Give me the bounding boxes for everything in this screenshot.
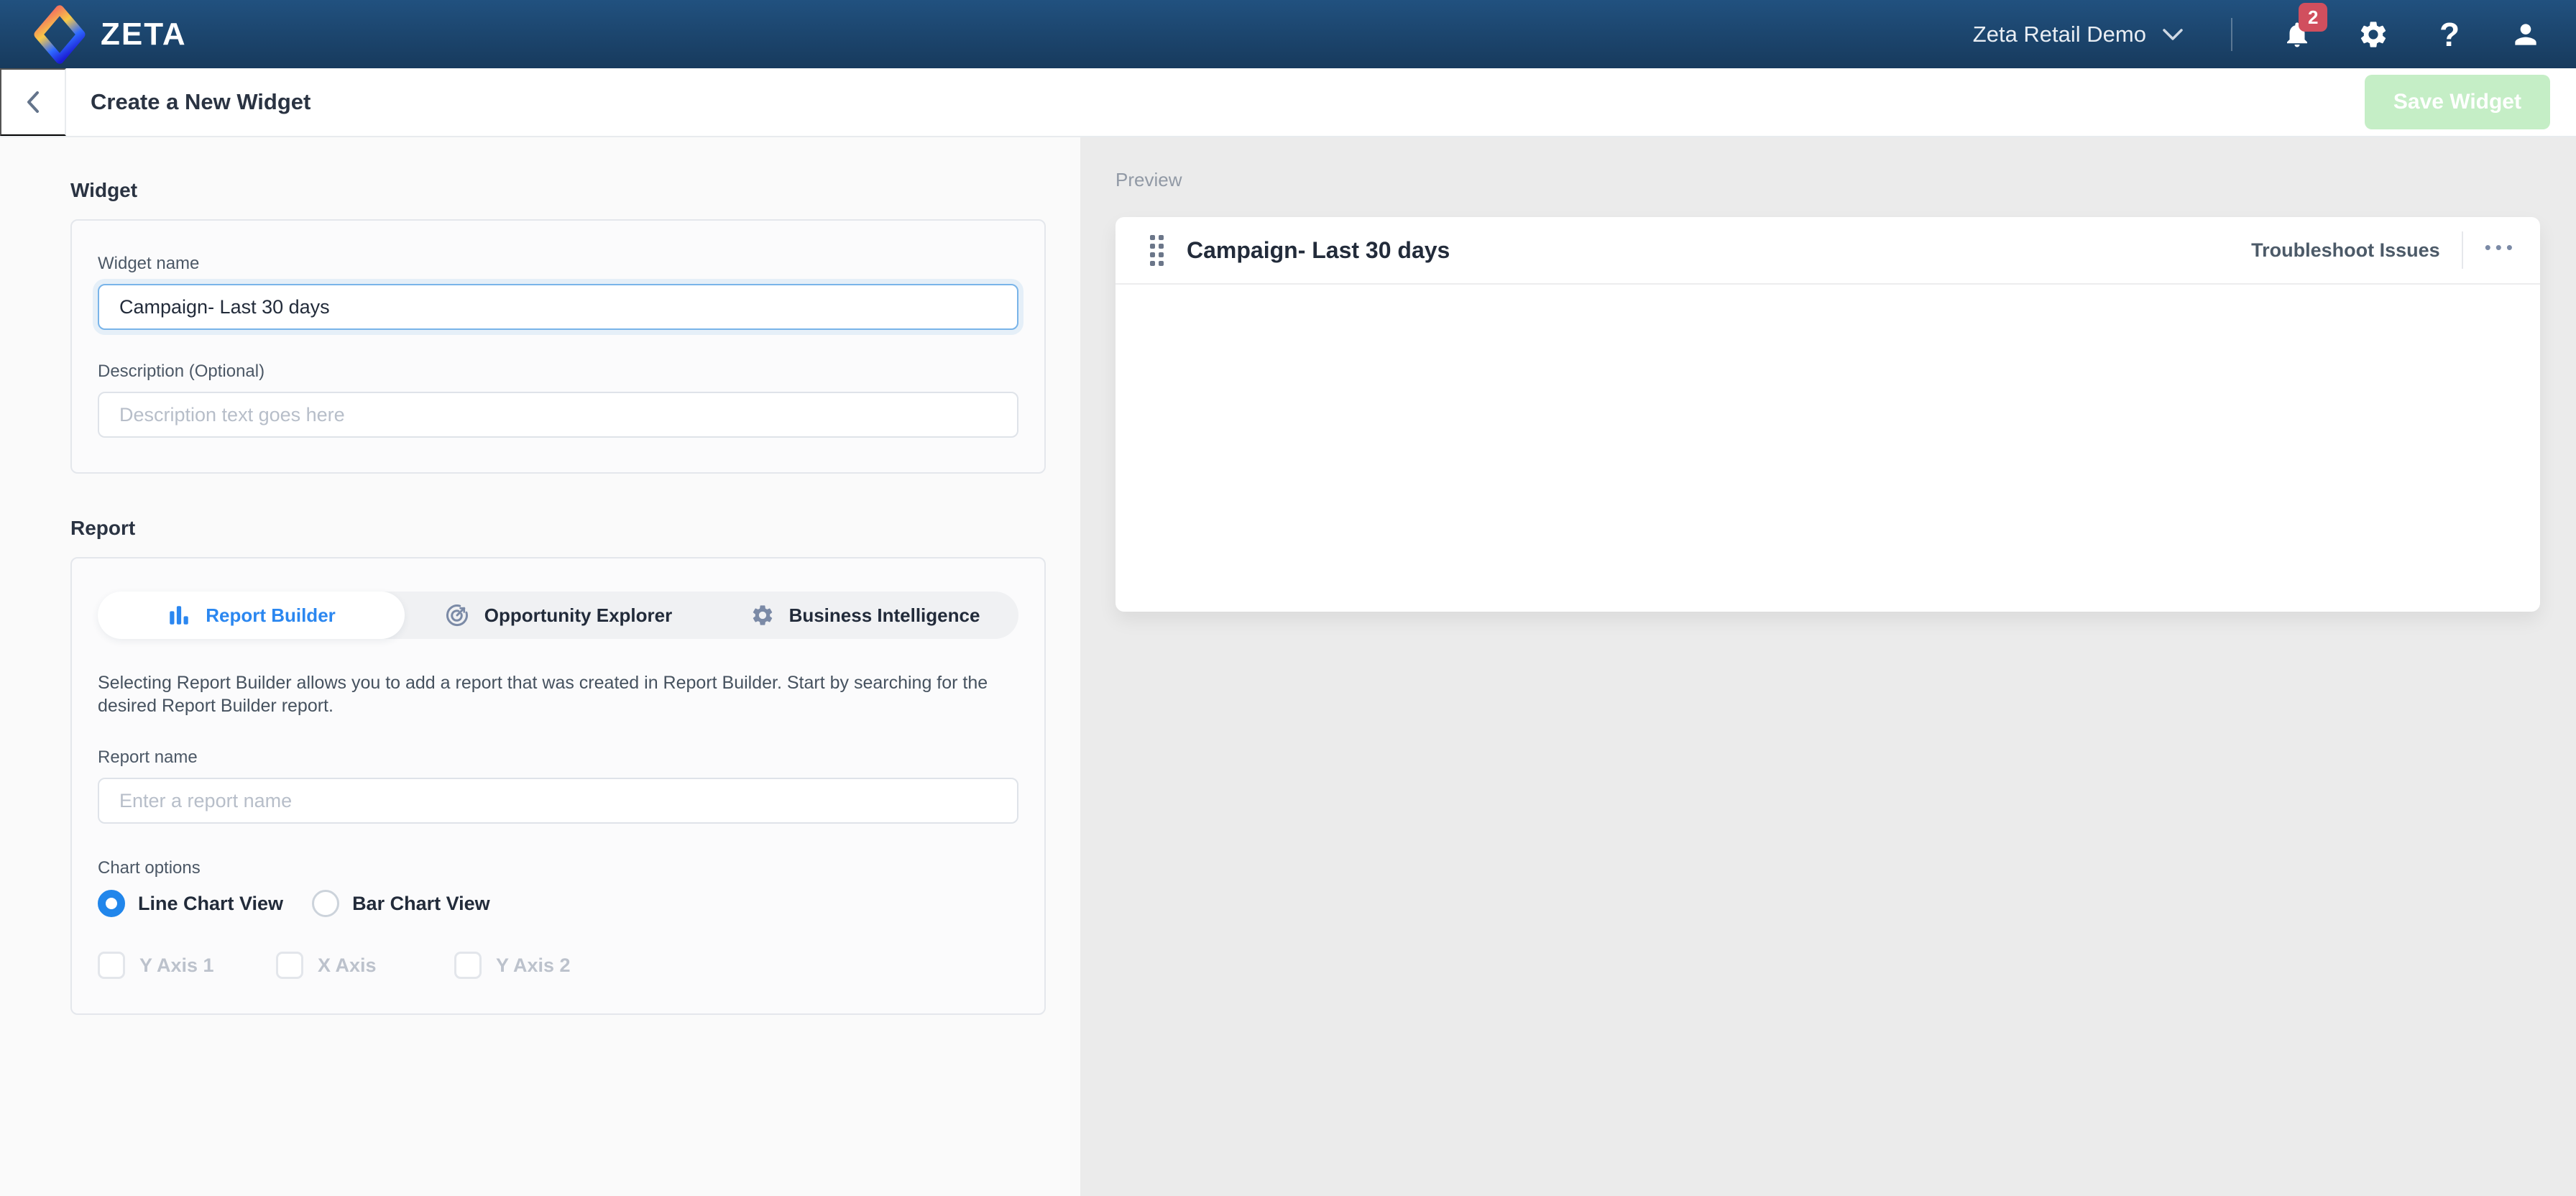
notification-badge: 2 — [2299, 3, 2327, 32]
notifications-button[interactable]: 2 — [2280, 17, 2314, 52]
report-source-tabs: Report Builder Opportunity Explorer — [98, 592, 1018, 639]
zeta-diamond-logo-icon — [33, 5, 86, 64]
bar-chart-icon — [167, 603, 191, 627]
tab-business-intelligence[interactable]: Business Intelligence — [712, 592, 1018, 639]
help-button[interactable]: ? — [2432, 17, 2467, 52]
tab-report-builder[interactable]: Report Builder — [98, 592, 405, 639]
preview-card-title: Campaign- Last 30 days — [1187, 237, 1450, 264]
account-selector[interactable]: Zeta Retail Demo — [1973, 22, 2184, 47]
preview-widget-card: Campaign- Last 30 days Troubleshoot Issu… — [1116, 217, 2540, 612]
gear-icon — [750, 603, 775, 627]
widget-form-panel: Widget Widget name Description (Optional… — [0, 137, 1080, 1196]
gear-icon — [2358, 19, 2389, 50]
radio-label: Line Chart View — [138, 893, 283, 915]
user-icon — [2510, 19, 2542, 50]
preview-heading: Preview — [1116, 169, 2540, 191]
report-section-heading: Report — [70, 517, 1046, 540]
checkbox-icon — [276, 952, 303, 979]
help-icon: ? — [2439, 15, 2460, 54]
tab-label: Report Builder — [206, 604, 336, 627]
drag-handle-icon[interactable] — [1150, 235, 1164, 266]
save-widget-button[interactable]: Save Widget — [2365, 75, 2550, 129]
widget-name-input[interactable] — [98, 284, 1018, 330]
chart-options-label: Chart options — [98, 858, 1018, 878]
tab-label: Opportunity Explorer — [484, 604, 672, 627]
target-icon — [444, 602, 470, 628]
description-input[interactable] — [98, 392, 1018, 438]
preview-card-body — [1116, 285, 2540, 610]
chart-options-group: Chart options Line Chart View Bar Chart … — [98, 858, 1018, 979]
actions-divider — [2462, 231, 2463, 269]
widget-section-heading: Widget — [70, 179, 1046, 202]
report-builder-description: Selecting Report Builder allows you to a… — [98, 672, 1018, 717]
radio-unselected-icon — [312, 890, 339, 917]
chevron-down-icon — [2162, 27, 2184, 42]
tab-label: Business Intelligence — [789, 604, 980, 627]
back-button[interactable] — [0, 68, 66, 136]
report-name-label: Report name — [98, 748, 1018, 768]
radio-bar-chart-view[interactable]: Bar Chart View — [312, 890, 490, 917]
page-header: Create a New Widget Save Widget — [0, 68, 2576, 137]
brand[interactable]: ZETA — [33, 5, 187, 64]
checkbox-y-axis-1[interactable]: Y Axis 1 — [98, 952, 276, 979]
radio-selected-icon — [98, 890, 125, 917]
top-navbar: ZETA Zeta Retail Demo 2 — [0, 0, 2576, 68]
account-name: Zeta Retail Demo — [1973, 22, 2146, 47]
preview-card-header: Campaign- Last 30 days Troubleshoot Issu… — [1116, 217, 2540, 285]
checkbox-icon — [98, 952, 125, 979]
checkbox-y-axis-2[interactable]: Y Axis 2 — [454, 952, 632, 979]
checkbox-label: X Axis — [318, 954, 377, 977]
profile-button[interactable] — [2508, 17, 2543, 52]
widget-section: Widget Widget name Description (Optional… — [70, 179, 1046, 474]
checkbox-label: Y Axis 2 — [496, 954, 571, 977]
report-section: Report Report Builder — [70, 517, 1046, 1015]
checkbox-icon — [454, 952, 482, 979]
widget-card: Widget name Description (Optional) — [70, 219, 1046, 474]
settings-button[interactable] — [2356, 17, 2391, 52]
checkbox-label: Y Axis 1 — [139, 954, 214, 977]
report-name-input[interactable] — [98, 778, 1018, 824]
checkbox-x-axis[interactable]: X Axis — [276, 952, 454, 979]
report-card: Report Builder Opportunity Explorer — [70, 557, 1046, 1015]
troubleshoot-issues-button[interactable]: Troubleshoot Issues — [2251, 239, 2440, 262]
chevron-left-icon — [24, 90, 42, 114]
navbar-divider — [2231, 18, 2232, 51]
description-label: Description (Optional) — [98, 362, 1018, 382]
radio-line-chart-view[interactable]: Line Chart View — [98, 890, 283, 917]
page-title: Create a New Widget — [66, 89, 310, 115]
axis-checkbox-row: Y Axis 1 X Axis Y Axis 2 — [98, 952, 1018, 979]
brand-name: ZETA — [101, 17, 187, 52]
more-options-button[interactable]: ••• — [2485, 238, 2517, 262]
widget-name-label: Widget name — [98, 254, 1018, 274]
radio-label: Bar Chart View — [352, 893, 490, 915]
tab-opportunity-explorer[interactable]: Opportunity Explorer — [405, 592, 712, 639]
preview-panel: Preview Campaign- Last 30 days Troublesh… — [1080, 137, 2576, 1196]
